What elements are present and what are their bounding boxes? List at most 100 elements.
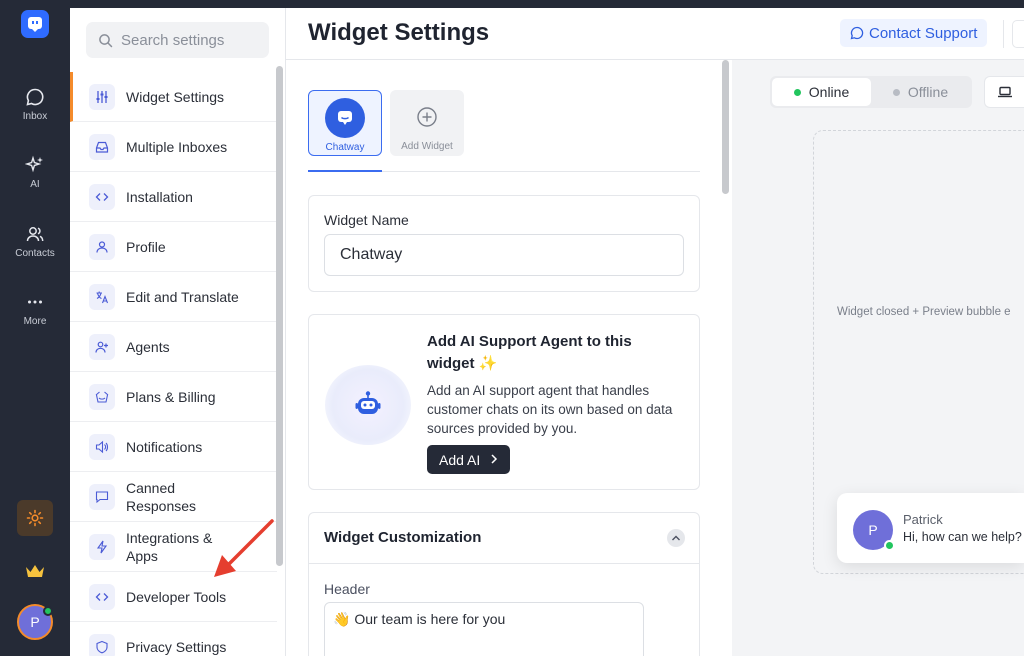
ai-card-description: Add an AI support agent that handles cus… [427, 383, 673, 436]
laptop-icon [997, 86, 1012, 98]
widget-customization-card: Widget Customization Header 👋 Our team i… [308, 512, 700, 656]
preview-caption: Widget closed + Preview bubble e [837, 306, 1011, 318]
translate-icon [89, 283, 115, 310]
rail-item-inbox[interactable]: Inbox [0, 87, 70, 122]
robot-icon [355, 391, 381, 414]
plus-circle-icon [407, 97, 447, 137]
header-label: Header [324, 581, 370, 597]
message-square-icon [89, 483, 115, 510]
chatway-logo-icon [325, 98, 365, 138]
agent-initial: P [868, 522, 878, 538]
nav-item-label: Notifications [126, 438, 203, 455]
desktop-view-button[interactable] [984, 76, 1024, 108]
lightning-icon [89, 533, 115, 560]
upgrade-button[interactable] [22, 560, 48, 582]
widget-tab-label: Chatway [325, 142, 365, 153]
offline-option[interactable]: Offline [871, 78, 970, 106]
add-ai-label: Add AI [439, 451, 481, 468]
settings-nav-list: Widget Settings Multiple Inboxes Install… [70, 72, 277, 656]
nav-item-notifications[interactable]: Notifications [70, 422, 277, 472]
rail-item-ai[interactable]: AI [0, 155, 70, 190]
users-icon [26, 227, 44, 242]
nav-item-label: Profile [126, 238, 166, 255]
nav-item-integrations[interactable]: Integrations & Apps [70, 522, 277, 572]
agent-name: Patrick [903, 512, 943, 527]
page-title: Widget Settings [308, 19, 490, 46]
nav-item-profile[interactable]: Profile [70, 222, 277, 272]
rail-item-contacts[interactable]: Contacts [0, 224, 70, 259]
ai-illustration [325, 365, 411, 445]
sliders-icon [89, 83, 115, 110]
widget-name-label: Widget Name [324, 212, 409, 228]
settings-rail-button[interactable] [17, 500, 53, 536]
header-extra-button[interactable] [1012, 20, 1024, 48]
rail-label: More [23, 316, 47, 327]
nav-item-label: Privacy Settings [126, 638, 227, 655]
contact-support-label: Contact Support [869, 24, 978, 42]
widget-name-card: Widget Name Chatway [308, 195, 700, 292]
nav-item-multiple-inboxes[interactable]: Multiple Inboxes [70, 122, 277, 172]
sidebar-scrollbar[interactable] [276, 66, 283, 566]
customization-title: Widget Customization [324, 529, 482, 546]
search-placeholder: Search settings [121, 31, 225, 49]
rail-label: AI [30, 179, 40, 190]
agent-online-dot [884, 540, 895, 551]
chevron-up-icon [672, 535, 680, 541]
widget-settings-form: Chatway Add Widget Widget Name Chatway A… [286, 60, 732, 656]
gear-icon [26, 509, 44, 527]
nav-item-label: Integrations & Apps [126, 529, 213, 564]
collapse-button[interactable] [667, 529, 685, 547]
user-avatar[interactable]: P [17, 604, 53, 640]
nav-item-label: Canned Responses [126, 479, 197, 514]
nav-item-canned-responses[interactable]: Canned Responses [70, 472, 277, 522]
rail-item-more[interactable]: More [0, 292, 70, 327]
widget-tab-chatway[interactable]: Chatway [308, 90, 382, 156]
nav-item-privacy-settings[interactable]: Privacy Settings [70, 622, 277, 656]
preview-chat-bubble[interactable]: P Patrick Hi, how can we help? [837, 493, 1024, 563]
nav-item-developer-tools[interactable]: Developer Tools [70, 572, 277, 622]
widget-tab-label: Add Widget [401, 141, 453, 152]
contact-support-button[interactable]: Contact Support [840, 19, 988, 47]
ai-card-title-text: Add AI Support Agent to this widget [427, 333, 632, 372]
avatar-initial: P [30, 614, 40, 630]
settings-sidebar: Search settings Widget Settings Multiple… [70, 8, 286, 656]
sparkle-emoji: ✨ [478, 355, 498, 372]
basket-icon [89, 383, 115, 410]
code-icon [89, 583, 115, 610]
app-logo[interactable] [21, 10, 49, 38]
nav-item-edit-translate[interactable]: Edit and Translate [70, 272, 277, 322]
top-strip [70, 0, 1024, 8]
header-textarea[interactable]: 👋 Our team is here for you [324, 602, 644, 656]
nav-item-label: Agents [126, 338, 170, 355]
online-label: Online [808, 84, 850, 100]
section-divider [309, 563, 699, 564]
nav-item-agents[interactable]: Agents [70, 322, 277, 372]
search-input[interactable]: Search settings [86, 22, 269, 58]
chat-bubble-icon [26, 88, 44, 106]
chevron-right-icon [490, 452, 498, 467]
nav-item-label: Multiple Inboxes [126, 138, 228, 155]
nav-item-widget-settings[interactable]: Widget Settings [70, 72, 277, 122]
nav-item-plans-billing[interactable]: Plans & Billing [70, 372, 277, 422]
agent-avatar: P [853, 510, 895, 551]
form-scrollbar[interactable] [722, 60, 729, 194]
nav-item-label: Developer Tools [126, 588, 227, 605]
nav-item-label: Plans & Billing [126, 388, 216, 405]
sparkles-icon [25, 155, 43, 173]
header-divider [1003, 20, 1004, 48]
nav-item-label: Edit and Translate [126, 288, 239, 305]
add-ai-button[interactable]: Add AI [427, 445, 511, 474]
search-icon [99, 33, 113, 47]
online-status-dot [43, 606, 53, 616]
chat-bubble-icon [850, 26, 864, 40]
ellipsis-icon [28, 300, 42, 304]
page-header: Widget Settings Contact Support [286, 8, 1024, 60]
agent-message: Hi, how can we help? [903, 530, 1022, 544]
online-option[interactable]: Online [772, 78, 871, 106]
widget-name-input[interactable]: Chatway [324, 234, 684, 276]
nav-item-installation[interactable]: Installation [70, 172, 277, 222]
inbox-icon [89, 133, 115, 160]
shield-icon [89, 633, 115, 656]
add-widget-button[interactable]: Add Widget [390, 90, 464, 156]
rail-label: Contacts [15, 248, 55, 259]
